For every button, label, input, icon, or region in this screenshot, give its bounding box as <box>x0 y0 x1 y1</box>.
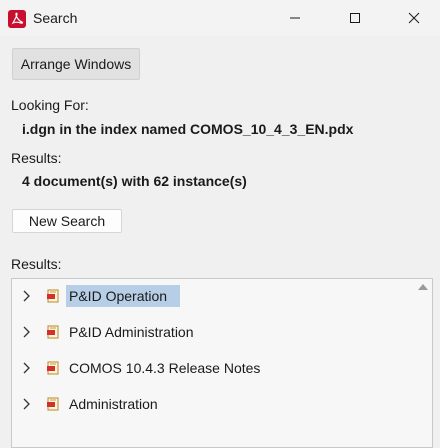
search-query-text: i.dgn in the index named COMOS_10_4_3_EN… <box>22 121 354 137</box>
tree-item-label: Administration <box>69 396 158 412</box>
pdf-document-icon <box>47 361 59 375</box>
tree-item-administration[interactable]: Administration <box>12 389 392 419</box>
results-tree[interactable]: P&ID Operation P&ID Administration COMOS… <box>11 278 433 448</box>
results-summary-label: Results: <box>11 150 62 166</box>
tree-item-label: COMOS 10.4.3 Release Notes <box>69 360 261 376</box>
tree-item-pid-administration[interactable]: P&ID Administration <box>12 317 392 347</box>
minimize-icon <box>290 17 300 19</box>
chevron-right-icon[interactable] <box>22 361 32 375</box>
tree-item-label: P&ID Administration <box>69 324 194 340</box>
chevron-right-icon[interactable] <box>22 325 32 339</box>
pdf-app-icon <box>8 10 26 28</box>
arrange-windows-button[interactable]: Arrange Windows <box>12 48 140 80</box>
looking-for-label: Looking For: <box>11 97 89 113</box>
close-icon <box>408 12 420 24</box>
minimize-button[interactable] <box>265 0 325 36</box>
pdf-document-icon <box>47 289 59 303</box>
chevron-right-icon[interactable] <box>22 397 32 411</box>
maximize-button[interactable] <box>325 0 385 36</box>
new-search-button[interactable]: New Search <box>12 209 122 233</box>
tree-item-label: P&ID Operation <box>66 285 180 307</box>
tree-item-pid-operation[interactable]: P&ID Operation <box>12 281 392 311</box>
window-title: Search <box>33 10 78 26</box>
scroll-up-icon[interactable] <box>418 284 428 290</box>
results-count-text: 4 document(s) with 62 instance(s) <box>22 173 247 189</box>
maximize-icon <box>350 13 360 23</box>
pdf-document-icon <box>47 325 59 339</box>
tree-item-release-notes[interactable]: COMOS 10.4.3 Release Notes <box>12 353 392 383</box>
results-list-label: Results: <box>11 256 62 272</box>
close-button[interactable] <box>384 0 440 36</box>
pdf-document-icon <box>47 397 59 411</box>
title-bar: Search <box>0 0 440 36</box>
chevron-right-icon[interactable] <box>22 289 32 303</box>
